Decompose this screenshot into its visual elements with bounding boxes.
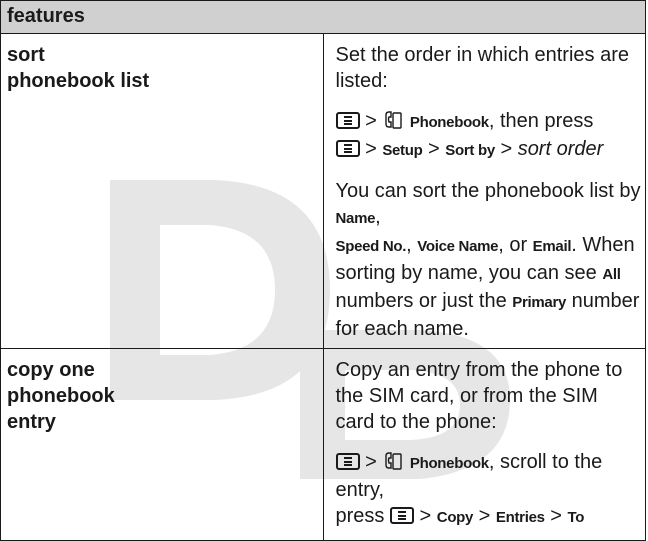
table-header: features xyxy=(0,0,646,34)
body-text: You can sort the phonebook list by xyxy=(335,180,641,202)
feature-name-line: copy one xyxy=(7,359,95,381)
instruction-text: , then press xyxy=(488,110,594,132)
instruction-text: press xyxy=(335,505,385,527)
separator: > xyxy=(428,138,440,160)
menu-path-line: > Phonebook, then press xyxy=(335,108,642,136)
separator: > xyxy=(478,505,491,527)
option-all: All xyxy=(602,266,621,283)
table-row: sort phonebook list Set the order in whi… xyxy=(0,33,646,349)
features-table: features sort phonebook list Set the ord… xyxy=(0,0,646,541)
feature-name-line: entry xyxy=(7,411,56,433)
to-menu-label: To xyxy=(567,509,585,526)
menu-path-line: > Phonebook, scroll to the entry, xyxy=(335,449,642,503)
option-primary: Primary xyxy=(512,294,567,311)
feature-description-cell: Set the order in which entries are liste… xyxy=(322,33,646,349)
separator: > xyxy=(500,138,513,160)
feature-name-cell: sort phonebook list xyxy=(0,33,324,349)
menu-path: > Phonebook, then press > Setup > Sort b… xyxy=(335,108,642,164)
sort-order-placeholder: sort order xyxy=(517,138,604,160)
phonebook-menu-label: Phonebook xyxy=(409,455,489,472)
feature-intro: Set the order in which entries are liste… xyxy=(335,44,630,92)
separator: > xyxy=(365,110,377,132)
menu-key-icon xyxy=(389,507,414,524)
menu-key-icon xyxy=(335,140,360,157)
option-email: Email xyxy=(532,238,572,255)
separator: > xyxy=(365,451,377,473)
phonebook-menu-label: Phonebook xyxy=(409,114,489,131)
feature-name-line: phonebook list xyxy=(7,70,150,92)
table-row: copy one phonebook entry Copy an entry f… xyxy=(0,348,646,541)
menu-path: > Phonebook, scroll to the entry, press … xyxy=(335,449,642,531)
sort-by-menu-label: Sort by xyxy=(445,142,495,159)
body-text: numbers or just the xyxy=(335,290,513,312)
menu-key-icon xyxy=(335,453,360,470)
feature-name-line: sort xyxy=(7,44,45,66)
phonebook-icon xyxy=(385,111,403,129)
body-text: , or xyxy=(498,234,533,256)
feature-name-line: phonebook xyxy=(7,385,115,407)
table-header-row: features xyxy=(0,0,646,34)
setup-menu-label: Setup xyxy=(382,142,423,159)
body-text: , xyxy=(375,206,381,228)
feature-body: You can sort the phonebook list by Name,… xyxy=(336,178,642,342)
menu-path-line: press > Copy > Entries > To xyxy=(336,503,642,531)
option-name: Name xyxy=(335,210,376,227)
copy-menu-label: Copy xyxy=(436,509,474,526)
menu-key-icon xyxy=(335,112,360,129)
feature-description-cell: Copy an entry from the phone to the SIM … xyxy=(322,348,646,541)
separator: > xyxy=(550,505,562,527)
phonebook-icon xyxy=(385,452,403,470)
feature-intro: Copy an entry from the phone to the SIM … xyxy=(335,359,623,433)
separator: > xyxy=(365,138,377,160)
menu-path-line: > Setup > Sort by > sort order xyxy=(335,136,642,164)
option-voice-name: Voice Name xyxy=(417,238,499,255)
entries-menu-label: Entries xyxy=(495,509,545,526)
body-text: , xyxy=(406,234,418,256)
separator: > xyxy=(419,505,432,527)
option-speed-no: Speed No. xyxy=(335,238,407,255)
feature-name-cell: copy one phonebook entry xyxy=(0,348,324,541)
